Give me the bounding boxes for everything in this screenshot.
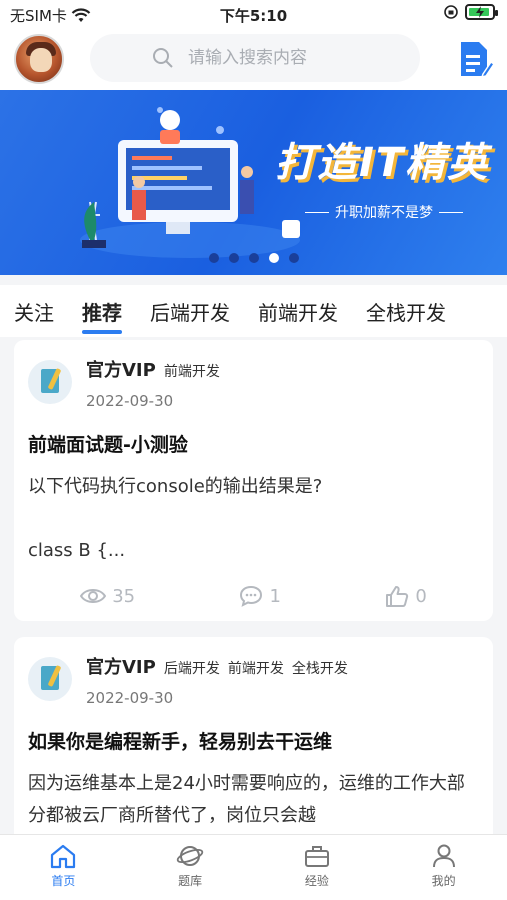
carousel-dot[interactable]	[208, 253, 219, 263]
banner-headline: 打造IT精英	[275, 140, 490, 186]
nav-profile[interactable]: 我的	[414, 843, 474, 900]
eye-icon	[80, 589, 107, 603]
post-stats: 35 1 0	[28, 585, 479, 607]
search-icon	[153, 48, 173, 68]
bottom-nav: 首页 题库 经验 我的	[0, 834, 507, 900]
carousel-dot[interactable]	[288, 253, 299, 263]
post-date: 2022-09-30	[86, 392, 174, 410]
nav-profile-label: 我的	[431, 874, 456, 888]
tab-follow[interactable]: 关注	[14, 297, 54, 326]
user-avatar[interactable]	[14, 34, 64, 84]
author-avatar[interactable]	[28, 657, 72, 701]
home-icon	[51, 844, 76, 869]
banner-slogan: 升职加薪不是梦	[305, 202, 463, 222]
post-excerpt: 因为运维基本上是24小时需要响应的，运维的工作大部分都被云厂商所替代了，岗位只会…	[28, 773, 465, 826]
nav-home[interactable]: 首页	[33, 843, 93, 900]
briefcase-icon	[304, 846, 329, 867]
post-card[interactable]: 官方VIP 前端开发 2022-09-30 前端面试题-小测验 以下代码执行co…	[14, 340, 493, 621]
thumbs-up-icon	[386, 586, 409, 607]
post-tag[interactable]: 前端开发	[164, 361, 220, 381]
promo-banner[interactable]: 打造IT精英 升职加薪不是梦	[0, 90, 507, 275]
views-stat[interactable]: 35	[80, 585, 135, 607]
status-bar: 无SIM卡 下午5:10	[0, 0, 507, 28]
post-tag[interactable]: 全栈开发	[292, 658, 348, 678]
clock: 下午5:10	[219, 7, 288, 25]
tab-frontend[interactable]: 前端开发	[258, 297, 338, 326]
carousel-dot[interactable]	[248, 253, 259, 263]
search-bar[interactable]	[90, 34, 420, 82]
post-title[interactable]: 前端面试题-小测验	[28, 430, 479, 457]
category-tabs: 关注 推荐 后端开发 前端开发 全栈开发	[0, 285, 507, 337]
post-card[interactable]: 官方VIP 后端开发 前端开发 全栈开发 2022-09-30 如果你是编程新手…	[14, 637, 493, 846]
battery-icon	[465, 4, 498, 20]
tab-backend[interactable]: 后端开发	[150, 297, 230, 326]
tab-recommended[interactable]: 推荐	[82, 297, 122, 334]
nav-question-bank[interactable]: 题库	[160, 843, 220, 900]
post-tag[interactable]: 后端开发	[164, 658, 220, 678]
status-right	[443, 4, 498, 20]
carousel-dot[interactable]	[228, 253, 239, 263]
nav-question-bank-label: 题库	[178, 874, 203, 888]
comment-icon	[240, 585, 263, 607]
nav-experience-label: 经验	[304, 874, 329, 888]
banner-slogan-text: 升职加薪不是梦	[335, 205, 433, 221]
top-header	[0, 28, 507, 90]
post-excerpt: 以下代码执行console的输出结果是? class B {...	[28, 476, 323, 561]
orientation-lock-icon	[444, 5, 458, 19]
likes-count: 0	[415, 585, 427, 607]
post-feed: 官方VIP 前端开发 2022-09-30 前端面试题-小测验 以下代码执行co…	[14, 340, 493, 862]
comments-count: 1	[269, 585, 281, 607]
person-icon	[432, 844, 455, 868]
nav-home-label: 首页	[51, 874, 76, 888]
carousel-dot-active[interactable]	[268, 253, 279, 263]
edit-document-icon[interactable]	[457, 40, 495, 80]
post-date: 2022-09-30	[86, 689, 174, 707]
comments-stat[interactable]: 1	[239, 585, 281, 607]
search-input[interactable]	[188, 48, 358, 68]
author-name[interactable]: 官方VIP	[86, 356, 156, 382]
carousel-dots	[0, 253, 507, 263]
planet-icon	[176, 846, 204, 866]
nav-experience[interactable]: 经验	[287, 843, 347, 900]
post-title[interactable]: 如果你是编程新手，轻易别去干运维	[28, 727, 479, 754]
author-avatar[interactable]	[28, 360, 72, 404]
tab-fullstack[interactable]: 全栈开发	[366, 297, 446, 326]
post-tag[interactable]: 前端开发	[228, 658, 284, 678]
author-name[interactable]: 官方VIP	[86, 653, 156, 679]
likes-stat[interactable]: 0	[385, 585, 427, 607]
views-count: 35	[112, 585, 136, 607]
